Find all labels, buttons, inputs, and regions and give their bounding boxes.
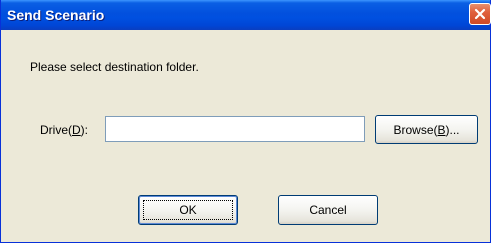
close-icon (474, 8, 486, 20)
instruction-text: Please select destination folder. (30, 60, 199, 74)
cancel-button-label: Cancel (309, 203, 347, 217)
window-title: Send Scenario (7, 7, 105, 23)
drive-label: Drive(D): (40, 123, 88, 137)
cancel-button[interactable]: Cancel (278, 195, 378, 225)
browse-label-prefix: Browse( (393, 122, 438, 137)
drive-input[interactable] (105, 116, 365, 142)
browse-label-suffix: )... (445, 122, 460, 137)
browse-label-mnemonic: B (437, 122, 446, 137)
ok-button-label: OK (179, 203, 197, 217)
browse-button[interactable]: Browse(B)... (375, 115, 478, 144)
send-scenario-dialog: Send Scenario Please select destination … (0, 0, 491, 243)
drive-label-suffix: ): (80, 123, 89, 137)
title-bar[interactable]: Send Scenario (1, 0, 491, 30)
ok-button[interactable]: OK (138, 195, 238, 225)
drive-label-mnemonic: D (72, 123, 81, 137)
browse-button-label: Browse(B)... (376, 123, 477, 137)
drive-label-prefix: Drive( (40, 123, 72, 137)
close-button[interactable] (469, 3, 491, 25)
